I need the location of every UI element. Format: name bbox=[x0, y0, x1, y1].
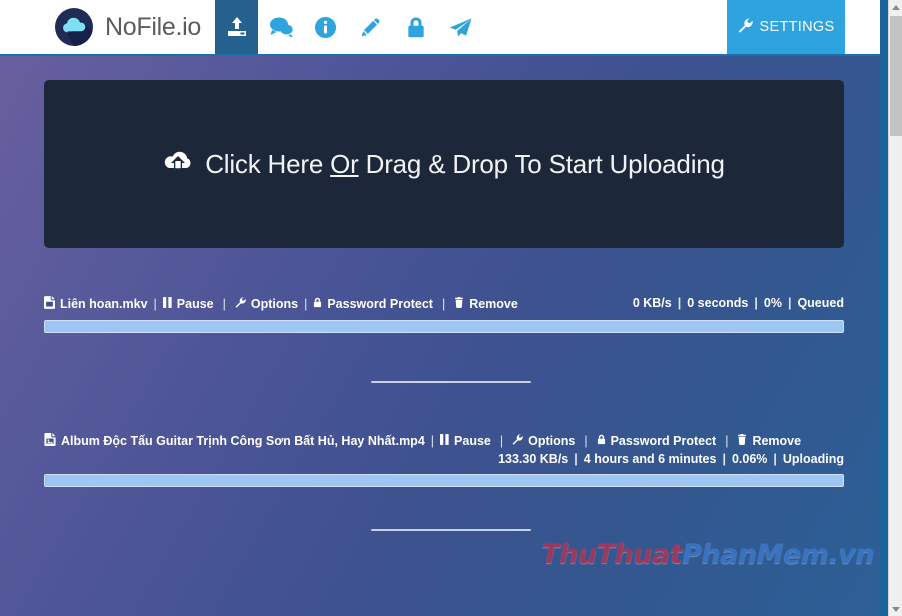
nav-item-info[interactable] bbox=[303, 0, 348, 54]
upload-state: Queued bbox=[797, 296, 844, 310]
separator: | bbox=[722, 452, 726, 466]
brand[interactable]: NoFile.io bbox=[0, 0, 215, 54]
lock-icon bbox=[406, 16, 426, 39]
file-divider bbox=[371, 381, 531, 383]
separator: | bbox=[584, 434, 588, 448]
dropzone-content: Click Here Or Drag & Drop To Start Uploa… bbox=[163, 149, 725, 180]
separator: | bbox=[304, 297, 308, 311]
password-protect-button[interactable]: Password Protect bbox=[597, 434, 717, 448]
file-status: 0 KB/s | 0 seconds | 0% | Queued bbox=[633, 296, 844, 310]
pause-icon bbox=[162, 297, 172, 311]
file-name-text: Album Độc Tấu Guitar Trịnh Công Sơn Bất … bbox=[61, 434, 425, 448]
separator: | bbox=[574, 452, 578, 466]
pause-label: Pause bbox=[176, 297, 214, 311]
nav-item-send[interactable] bbox=[438, 0, 483, 54]
dropzone-text-or: Or bbox=[330, 148, 359, 179]
separator: | bbox=[773, 452, 777, 466]
dropzone-text: Click Here Or Drag & Drop To Start Uploa… bbox=[205, 149, 725, 180]
separator: | bbox=[787, 296, 792, 310]
file-divider bbox=[371, 529, 531, 531]
trash-icon bbox=[454, 297, 464, 311]
file-actions-line: Liên hoan.mkv | Pause | Options | Passwo… bbox=[44, 296, 844, 312]
main-nav bbox=[215, 0, 727, 54]
lock-icon bbox=[597, 434, 606, 448]
file-upload-item: Liên hoan.mkv | Pause | Options | Passwo… bbox=[44, 296, 844, 333]
nav-item-lock[interactable] bbox=[393, 0, 438, 54]
pause-button[interactable]: Pause bbox=[440, 434, 491, 448]
nav-item-upload[interactable] bbox=[215, 0, 258, 54]
file-name: Album Độc Tấu Guitar Trịnh Công Sơn Bất … bbox=[44, 433, 425, 449]
file-name-text: Liên hoan.mkv bbox=[60, 297, 148, 311]
vertical-scrollbar[interactable] bbox=[888, 0, 902, 616]
password-protect-label: Password Protect bbox=[327, 297, 433, 311]
upload-percent: 0.06% bbox=[731, 452, 768, 466]
nav-item-chat[interactable] bbox=[258, 0, 303, 54]
info-circle-icon bbox=[314, 16, 337, 39]
upload-percent: 0% bbox=[763, 296, 782, 310]
options-label: Options bbox=[528, 434, 576, 448]
file-name: Liên hoan.mkv bbox=[44, 296, 148, 312]
remove-button[interactable]: Remove bbox=[454, 297, 518, 311]
scrollbar-thumb[interactable] bbox=[890, 16, 902, 136]
nav-item-edit[interactable] bbox=[348, 0, 393, 54]
separator: | bbox=[754, 296, 758, 310]
file-upload-item: Album Độc Tấu Guitar Trịnh Công Sơn Bất … bbox=[44, 433, 844, 487]
file-image-icon bbox=[44, 433, 56, 449]
password-protect-button[interactable]: Password Protect bbox=[313, 297, 433, 311]
pencil-icon bbox=[359, 16, 382, 39]
cloud-upload-icon bbox=[163, 149, 193, 180]
lock-icon bbox=[313, 297, 322, 311]
scroll-up-arrow-icon[interactable] bbox=[889, 0, 902, 14]
separator: | bbox=[441, 297, 446, 311]
settings-button[interactable]: SETTINGS bbox=[727, 0, 845, 54]
app-header: NoFile.io SETTINGS bbox=[0, 0, 888, 56]
remove-label: Remove bbox=[469, 297, 518, 311]
brand-name: NoFile.io bbox=[105, 12, 201, 41]
progress-bar bbox=[44, 320, 844, 333]
upload-dropzone[interactable]: Click Here Or Drag & Drop To Start Uploa… bbox=[44, 80, 844, 248]
progress-bar bbox=[44, 474, 844, 487]
file-video-icon bbox=[44, 296, 55, 312]
separator: | bbox=[725, 434, 729, 448]
pause-button[interactable]: Pause bbox=[162, 297, 214, 311]
separator: | bbox=[222, 297, 226, 311]
options-button[interactable]: Options bbox=[235, 296, 299, 311]
dropzone-text-after: Drag & Drop To Start Uploading bbox=[358, 148, 725, 179]
separator: | bbox=[677, 296, 682, 310]
trash-icon bbox=[737, 434, 747, 448]
separator: | bbox=[153, 297, 157, 311]
options-label: Options bbox=[250, 297, 299, 311]
watermark-part-2: PhanMem.vn bbox=[682, 539, 874, 570]
upload-eta: 4 hours and 6 minutes bbox=[583, 452, 717, 466]
wrench-icon bbox=[738, 17, 753, 37]
upload-speed: 0 KB/s bbox=[632, 296, 672, 310]
separator: | bbox=[430, 434, 435, 448]
dropzone-text-before: Click Here bbox=[205, 148, 331, 179]
cloud-logo-icon bbox=[54, 7, 94, 47]
upload-icon bbox=[225, 15, 249, 39]
watermark-part-1: ThuThuat bbox=[541, 539, 683, 570]
scroll-down-arrow-icon[interactable] bbox=[889, 602, 902, 616]
watermark: ThuThuatPhanMem.vn bbox=[541, 539, 874, 570]
paper-plane-icon bbox=[448, 16, 473, 39]
separator: | bbox=[499, 434, 504, 448]
settings-label: SETTINGS bbox=[759, 19, 835, 35]
wrench-icon bbox=[235, 296, 246, 311]
options-button[interactable]: Options bbox=[512, 433, 576, 448]
upload-state: Uploading bbox=[782, 452, 844, 466]
upload-speed: 133.30 KB/s bbox=[498, 452, 569, 466]
chat-bubbles-icon bbox=[269, 16, 293, 38]
password-protect-label: Password Protect bbox=[610, 434, 717, 448]
pause-icon bbox=[440, 434, 449, 448]
wrench-icon bbox=[512, 433, 523, 448]
file-status: 133.30 KB/s | 4 hours and 6 minutes | 0.06% |… bbox=[44, 452, 844, 466]
pause-label: Pause bbox=[454, 434, 491, 448]
upload-eta: 0 seconds bbox=[687, 296, 749, 310]
file-actions-line: Album Độc Tấu Guitar Trịnh Công Sơn Bất … bbox=[44, 433, 844, 449]
page-edge-strip bbox=[880, 0, 888, 616]
remove-button[interactable]: Remove bbox=[737, 434, 801, 448]
remove-label: Remove bbox=[752, 434, 802, 448]
